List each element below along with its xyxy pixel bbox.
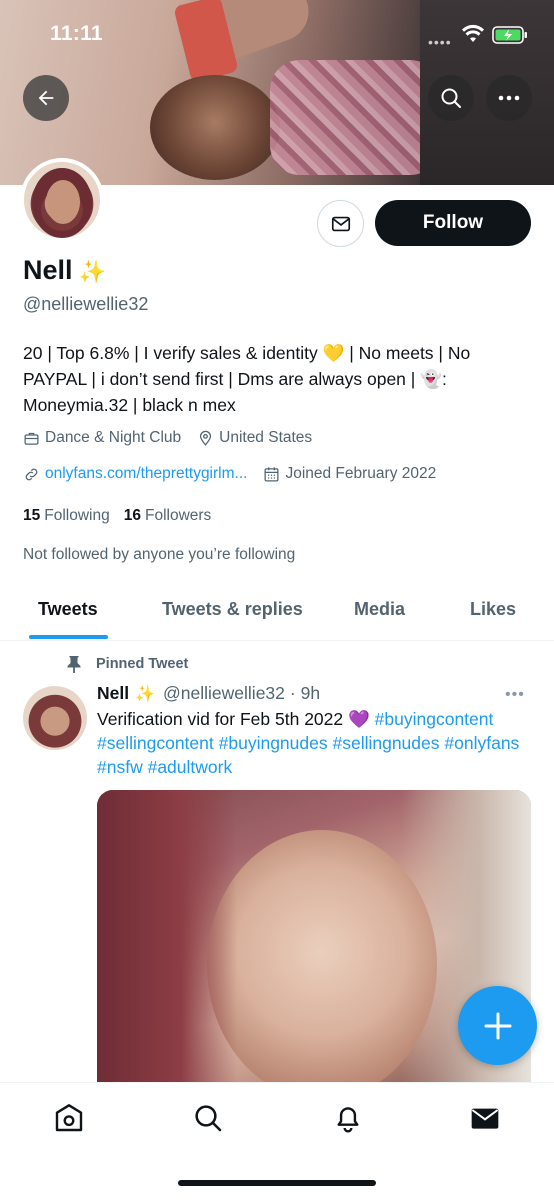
message-button[interactable] (317, 200, 364, 247)
location-pin-icon (200, 430, 212, 446)
profile-website-link[interactable]: onlyfans.com/theprettygirlm... (45, 465, 247, 483)
hashtag-link[interactable]: #adultwork (148, 757, 233, 777)
battery-charging-icon (492, 26, 527, 44)
profile-category: Dance & Night Club (23, 429, 181, 447)
pinned-label-text: Pinned Tweet (96, 656, 189, 672)
profile-handle: @nelliewellie32 (23, 294, 149, 314)
profile-joined-label: Joined February 2022 (285, 465, 437, 482)
profile-meta-row-1: Dance & Night Club United States (23, 429, 328, 447)
followers-link[interactable]: 16 Followers (124, 507, 212, 525)
calendar-icon (264, 466, 279, 482)
following-link[interactable]: 15 Following (23, 507, 110, 525)
link-icon (25, 468, 38, 480)
profile-joined: Joined February 2022 (263, 465, 436, 483)
plus-icon (484, 1012, 511, 1039)
profile-name-text: Nell (23, 255, 73, 285)
tweet-text-plain: Verification vid for Feb 5th 2022 💜 (97, 709, 370, 729)
nav-messages[interactable] (468, 1101, 502, 1135)
back-arrow-icon (38, 90, 54, 106)
media-hair (97, 790, 237, 1090)
tweet-author-name[interactable]: Nell (97, 683, 129, 704)
search-icon (195, 1105, 222, 1132)
sparkles-emoji: ✨ (78, 259, 106, 284)
back-button[interactable] (23, 75, 69, 121)
mail-icon (471, 1108, 499, 1129)
hashtag-link[interactable]: #sellingnudes (332, 733, 439, 753)
not-followed-note: Not followed by anyone you’re following (23, 546, 296, 563)
profile-category-label: Dance & Night Club (45, 429, 182, 446)
profile-avatar[interactable] (20, 158, 104, 242)
following-label: Following (44, 507, 110, 524)
hashtag-link[interactable]: #onlyfans (444, 733, 519, 753)
media-face (207, 830, 437, 1090)
briefcase-icon (24, 432, 39, 445)
tweet-author-handle: @nelliewellie32 (163, 683, 285, 703)
profile-bio: 20 | Top 6.8% | I verify sales & identit… (23, 343, 471, 415)
profile-location-label: United States (219, 429, 313, 446)
tab-tweets-and-replies[interactable]: Tweets & replies (162, 599, 303, 620)
tweet-time: · 9h (289, 683, 321, 703)
hashtag-link[interactable]: #sellingcontent (97, 733, 214, 753)
hashtag-link[interactable]: #buyingnudes (219, 733, 328, 753)
pinned-tweet-label: Pinned Tweet (66, 655, 188, 673)
tab-media[interactable]: Media (354, 599, 405, 620)
pin-icon (67, 656, 81, 673)
nav-notifications[interactable] (331, 1101, 365, 1135)
banner-photo-top (270, 60, 440, 175)
profile-website[interactable]: onlyfans.com/theprettygirlm... (23, 465, 247, 483)
more-options-button[interactable] (486, 75, 532, 121)
hashtag-link[interactable]: #buyingcontent (375, 709, 494, 729)
tweet-author-avatar[interactable] (23, 686, 87, 750)
banner-photo-face (150, 75, 280, 180)
avatar-face (46, 180, 80, 224)
following-count: 15 (23, 507, 41, 524)
tweet-author-emoji: ✨ (135, 685, 156, 703)
hashtag-link[interactable]: #nsfw (97, 757, 143, 777)
search-icon (441, 88, 461, 108)
home-indicator (178, 1180, 376, 1186)
nav-search[interactable] (191, 1101, 225, 1135)
cellular-signal-icon: •••• (428, 34, 452, 50)
home-icon (55, 1104, 83, 1132)
profile-name: Nell ✨ (23, 255, 106, 286)
status-time: 11:11 (50, 22, 103, 45)
followers-count: 16 (123, 507, 141, 524)
followers-label: Followers (144, 507, 212, 524)
tab-likes[interactable]: Likes (470, 599, 516, 620)
tweet-text: Verification vid for Feb 5th 2022 💜 #buy… (97, 707, 537, 779)
nav-home[interactable] (52, 1101, 86, 1135)
follow-counts: 15 Following 16 Followers (23, 507, 225, 525)
search-button[interactable] (428, 75, 474, 121)
envelope-icon (331, 216, 350, 231)
profile-meta-row-2: onlyfans.com/theprettygirlm... Joined Fe… (23, 465, 452, 483)
profile-tabs: Tweets Tweets & replies Media Likes (0, 585, 554, 641)
bell-icon (337, 1107, 359, 1133)
tweet-header: Nell ✨ @nelliewellie32 · 9h (97, 683, 320, 704)
more-icon (498, 95, 520, 101)
tab-tweets[interactable]: Tweets (38, 599, 98, 620)
profile-location: United States (197, 429, 312, 447)
tweet-more-button[interactable]: ••• (505, 686, 525, 704)
compose-tweet-button[interactable] (458, 986, 537, 1065)
follow-button[interactable]: Follow (375, 200, 531, 246)
active-tab-indicator (29, 635, 108, 639)
wifi-icon (462, 24, 484, 42)
